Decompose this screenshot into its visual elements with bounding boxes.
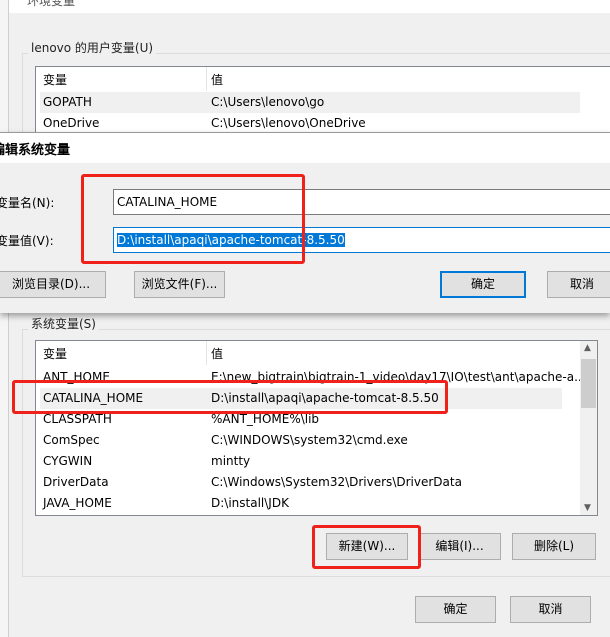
var-name: ComSpec [43, 433, 100, 447]
var-value: C:\WINDOWS\system32\cmd.exe [211, 433, 408, 447]
scroll-down-icon[interactable]: ▼ [584, 503, 591, 513]
header-value[interactable]: 值 [211, 71, 223, 88]
scrollbar[interactable]: ▲ ▼ [580, 341, 597, 515]
system-vars-list[interactable]: 变量 值 ANT_HOME E:\new_bigtrain\bigtrain-1_… [35, 340, 598, 516]
list-header: 变量 值 [36, 341, 597, 365]
variable-name-label: 变量名(N): [0, 196, 55, 210]
list-row[interactable]: DriverData C:\Windows\System32\Drivers\Dr… [40, 472, 562, 493]
var-value: C:\Users\lenovo\OneDrive [211, 116, 366, 130]
var-value: %ANT_HOME%\lib [211, 412, 320, 426]
var-value: C:\Users\lenovo\go [211, 95, 325, 109]
header-variable[interactable]: 变量 [43, 345, 67, 362]
scroll-up-icon[interactable]: ▲ [584, 343, 591, 353]
var-name: CLASSPATH [43, 412, 112, 426]
highlight-box-inputs [81, 174, 305, 264]
dialog-ok-button[interactable]: 确定 [440, 271, 526, 298]
dialog-cancel-button[interactable]: 取消 [547, 271, 610, 298]
dialog-title: 编辑系统变量 [0, 143, 71, 158]
variable-value-label: 变量值(V): [0, 234, 54, 248]
browse-directory-button[interactable]: 浏览目录(D)... [0, 271, 106, 298]
header-value[interactable]: 值 [211, 345, 223, 362]
highlight-box-catalina-row [12, 380, 448, 414]
background-window [0, 0, 9, 637]
var-value: D:\install\JDK [211, 496, 289, 510]
dialog-titlebar: 编辑系统变量 [0, 133, 610, 163]
list-row[interactable]: GOPATH C:\Users\lenovo\go [40, 92, 580, 113]
env-window-titlebar: 环境变量 [9, 0, 610, 13]
list-row[interactable]: JAVA_HOME D:\install\JDK [40, 493, 562, 514]
list-row[interactable]: CYGWIN mintty [40, 451, 562, 472]
scroll-thumb[interactable] [581, 359, 596, 408]
edit-button[interactable]: 编辑(I)... [418, 533, 501, 560]
list-header: 变量 值 [36, 67, 610, 91]
edit-system-variable-dialog: 编辑系统变量 变量名(N): CATALINA_HOME 变量值(V): D:\… [0, 132, 610, 313]
cancel-button[interactable]: 取消 [510, 596, 591, 623]
var-name: DriverData [43, 475, 109, 489]
highlight-box-new-button [312, 525, 421, 569]
var-name: CYGWIN [43, 454, 93, 468]
browse-file-button[interactable]: 浏览文件(F)... [134, 271, 225, 298]
system-vars-label: 系统变量(S) [28, 315, 99, 332]
var-name: OneDrive [43, 116, 100, 130]
window-title: 环境变量 [27, 0, 76, 8]
list-row[interactable]: ComSpec C:\WINDOWS\system32\cmd.exe [40, 430, 562, 451]
var-name: GOPATH [43, 95, 92, 109]
delete-button[interactable]: 删除(L) [512, 533, 596, 560]
var-value: mintty [211, 454, 251, 468]
user-vars-label: lenovo 的用户变量(U) [28, 39, 157, 56]
ok-button[interactable]: 确定 [415, 596, 496, 623]
var-name: JAVA_HOME [43, 496, 112, 510]
header-variable[interactable]: 变量 [43, 71, 67, 88]
var-value: C:\Windows\System32\Drivers\DriverData [211, 475, 462, 489]
list-row[interactable]: OneDrive C:\Users\lenovo\OneDrive [40, 113, 580, 134]
